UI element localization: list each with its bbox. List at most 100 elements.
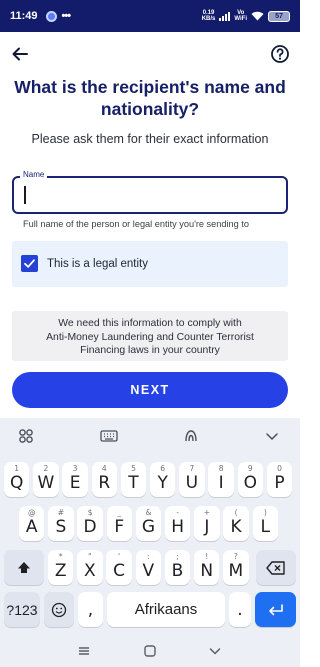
name-input[interactable]	[20, 184, 282, 206]
key-a[interactable]: @ A	[19, 506, 45, 541]
back-arrow-icon[interactable]	[10, 44, 30, 64]
emoji-key[interactable]	[44, 592, 74, 627]
space-key[interactable]: Afrikaans	[107, 592, 225, 627]
nav-home-icon[interactable]	[143, 644, 157, 658]
network-speed: 0.19 KB/s	[201, 10, 216, 22]
key-hint: 8	[218, 464, 224, 473]
key-hint: @	[27, 508, 36, 517]
key-hint: #	[57, 508, 65, 517]
key-label: C	[113, 560, 126, 581]
system-nav-bar	[0, 634, 300, 667]
key-v[interactable]: :V	[135, 550, 161, 585]
key-label: W	[37, 472, 55, 493]
key-g[interactable]: & G	[135, 506, 162, 541]
key-label: U	[185, 472, 199, 493]
nav-back-icon[interactable]	[208, 644, 222, 658]
collapse-keyboard-icon[interactable]	[264, 428, 280, 444]
key-label: Q	[10, 472, 24, 493]
key-i[interactable]: 8I	[208, 462, 234, 497]
enter-key[interactable]	[255, 592, 296, 627]
key-label: L	[260, 516, 271, 537]
on-screen-keyboard: 1 Q 2 W 3 E 4 R 5 T 6 Y 7 U 8 I 9 O 0 P @ A # S $ D _ F & G - H + J(K) L * Z…	[0, 418, 300, 667]
next-button[interactable]: NEXT	[12, 372, 288, 408]
legal-entity-label: This is a legal entity	[47, 258, 148, 270]
key-c[interactable]: ' C	[106, 550, 132, 585]
key-q[interactable]: 1Q	[4, 462, 30, 497]
key-u[interactable]: 7U	[179, 462, 205, 497]
key-label: G	[141, 516, 156, 537]
key-hint: "	[88, 552, 92, 561]
name-field-label: Name	[20, 170, 48, 179]
key-n[interactable]: ! N	[194, 550, 220, 585]
key-hint: 3	[72, 464, 78, 473]
key-l[interactable]: ) L	[252, 506, 278, 541]
emoji-icon	[51, 602, 67, 617]
key-hint: ?	[233, 552, 238, 561]
key-d[interactable]: $ D	[77, 506, 103, 541]
signal-icon	[219, 11, 231, 21]
key-r[interactable]: 4R	[91, 462, 117, 497]
key-label: R	[98, 472, 111, 493]
key-label: N	[200, 560, 214, 581]
gif-icon[interactable]	[183, 428, 199, 444]
key-hint: )	[263, 508, 267, 517]
name-field[interactable]	[12, 176, 288, 214]
keyboard-icon[interactable]	[100, 428, 118, 444]
key-label: A	[25, 516, 38, 537]
key-p[interactable]: 0P	[266, 462, 293, 497]
key-label: D	[83, 516, 97, 537]
key-s[interactable]: # S	[48, 506, 74, 541]
key-x[interactable]: " X	[77, 550, 103, 585]
key-hint: +	[203, 508, 211, 517]
key-hint: _	[117, 508, 122, 517]
key-label: Y	[157, 472, 168, 493]
legal-entity-option[interactable]: This is a legal entity	[12, 241, 288, 287]
key-f[interactable]: _ F	[106, 506, 132, 541]
shift-key[interactable]	[4, 550, 44, 585]
key-e[interactable]: 3E	[62, 462, 88, 497]
key-k[interactable]: (K	[223, 506, 249, 541]
key-hint: 6	[160, 464, 166, 473]
key-label: Z	[54, 560, 67, 581]
key-hint: ;	[176, 552, 179, 561]
keyboard-toolbar	[0, 418, 300, 454]
key-t[interactable]: 5T	[120, 462, 147, 497]
key-label: K	[230, 516, 242, 537]
key-b[interactable]: ; B	[164, 550, 191, 585]
key-hint: !	[205, 552, 209, 561]
enter-icon	[268, 603, 283, 615]
key-hint: 5	[131, 464, 136, 473]
key-label: X	[84, 560, 96, 581]
key-o[interactable]: 9O	[237, 462, 263, 497]
key-hint: 0	[277, 464, 282, 473]
key-y[interactable]: 6Y	[150, 462, 176, 497]
legal-entity-checkbox[interactable]	[21, 255, 38, 272]
info-line: Anti-Money Laundering and Counter Terror…	[46, 331, 254, 343]
info-line: Financing laws in your country	[80, 345, 220, 356]
comma-key[interactable]: ,	[78, 592, 103, 627]
page-subtitle: Please ask them for their exact informat…	[31, 132, 269, 146]
apps-grid-icon[interactable]	[18, 428, 34, 444]
backspace-key[interactable]	[256, 550, 296, 585]
key-hint: '	[118, 552, 121, 561]
key-label: J	[204, 516, 210, 537]
key-hint: -	[176, 508, 180, 517]
key-w[interactable]: 2W	[33, 462, 59, 497]
name-field-helper: Full name of the person or legal entity …	[23, 219, 249, 229]
key-h[interactable]: -H	[165, 506, 191, 541]
symbols-key[interactable]: ?123	[4, 592, 40, 627]
key-label: B	[171, 560, 184, 581]
key-label: E	[69, 472, 81, 493]
key-m[interactable]: ? M	[223, 550, 249, 585]
key-z[interactable]: * Z	[48, 550, 74, 585]
help-icon[interactable]	[270, 44, 290, 64]
key-hint: 2	[43, 464, 49, 473]
period-key[interactable]: .	[229, 592, 251, 627]
key-label: S	[55, 516, 67, 537]
key-hint: 1	[14, 464, 20, 473]
nav-menu-icon[interactable]	[77, 644, 91, 658]
key-j[interactable]: + J	[194, 506, 220, 541]
text-caret	[24, 186, 26, 204]
key-hint: $	[87, 508, 93, 517]
status-time: 11:49	[10, 10, 38, 22]
